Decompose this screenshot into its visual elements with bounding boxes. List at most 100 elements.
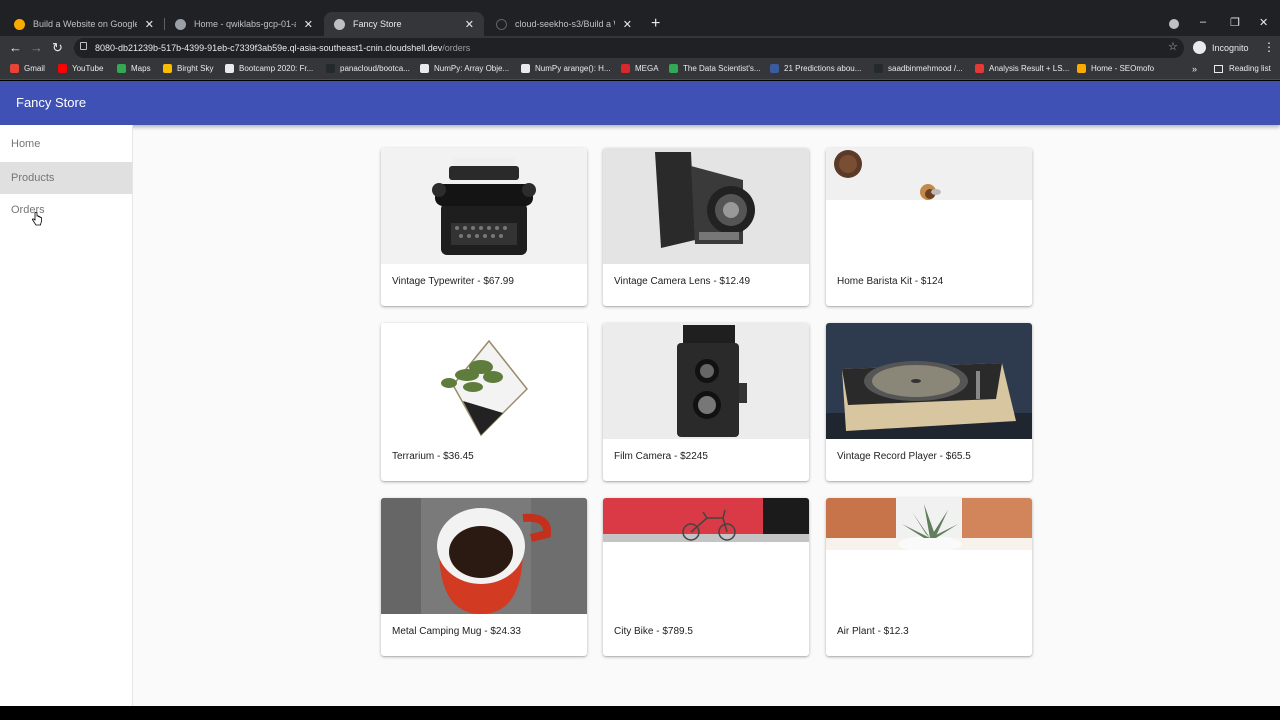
bookmark-6[interactable]: panacloud/bootca... — [326, 64, 410, 73]
bookmark-favicon-icon — [225, 64, 234, 73]
bookmark-label: Analysis Result + LS... — [989, 64, 1070, 73]
bookmark-favicon-icon — [521, 64, 530, 73]
product-card[interactable]: Metal Camping Mug - $24.33 — [381, 498, 587, 656]
bookmark-12[interactable]: saadbinmehmood /... — [874, 64, 963, 73]
close-window-icon[interactable]: ✕ — [1259, 16, 1268, 29]
reading-list-icon — [1214, 64, 1223, 73]
bookmark-label: Bootcamp 2020: Fr... — [239, 64, 314, 73]
back-arrow-icon[interactable]: ← — [9, 40, 22, 55]
tab-4-title: cloud-seekho-s3/Build a Website — [515, 19, 615, 29]
nav-item-home[interactable]: Home — [0, 128, 132, 160]
bookmark-label: Gmail — [24, 64, 45, 73]
app-toolbar: Fancy Store — [0, 81, 1280, 125]
product-image-typewriter — [381, 148, 587, 264]
sidenav: Home Products Orders — [0, 125, 133, 706]
bookmark-favicon-icon — [10, 64, 19, 73]
bookmark-star-icon[interactable]: ☆ — [1168, 40, 1178, 53]
reading-list-button[interactable]: Reading list — [1214, 64, 1271, 73]
tab-2-close-icon[interactable]: ✕ — [304, 18, 313, 31]
tab-search-icon[interactable] — [1169, 19, 1179, 29]
product-caption: City Bike - $789.5 — [614, 626, 693, 637]
hand-cursor-icon — [32, 212, 42, 226]
bookmark-4[interactable]: Birght Sky — [163, 64, 213, 73]
product-caption: Home Barista Kit - $124 — [837, 276, 944, 287]
product-card[interactable]: Air Plant - $12.3 — [826, 498, 1032, 656]
bookmark-favicon-icon — [1077, 64, 1086, 73]
bookmark-label: panacloud/bootca... — [340, 64, 410, 73]
bookmark-favicon-icon — [874, 64, 883, 73]
tab-1-title: Build a Website on Google Cloud — [33, 19, 137, 29]
product-card[interactable]: Home Barista Kit - $124 — [826, 148, 1032, 306]
nav-item-orders[interactable]: Orders — [0, 194, 132, 226]
browser-tab-2[interactable]: Home - qwiklabs-gcp-01-a13... ✕ — [165, 12, 323, 36]
product-image-barista — [826, 148, 1032, 200]
product-image-record-player — [826, 323, 1032, 439]
bookmark-14[interactable]: Home - SEOmofo — [1077, 64, 1154, 73]
bookmark-1[interactable]: Gmail — [10, 64, 45, 73]
bookmark-2[interactable]: YouTube — [58, 64, 103, 73]
bookmark-favicon-icon — [420, 64, 429, 73]
bookmark-9[interactable]: MEGA — [621, 64, 659, 73]
product-caption: Terrarium - $36.45 — [392, 451, 474, 462]
browser-tab-3-active[interactable]: Fancy Store ✕ — [324, 12, 484, 36]
bookmark-favicon-icon — [975, 64, 984, 73]
bookmark-13[interactable]: Analysis Result + LS... — [975, 64, 1069, 73]
bookmark-label: NumPy: Array Obje... — [434, 64, 510, 73]
product-card[interactable]: Terrarium - $36.45 — [381, 323, 587, 481]
bookmark-favicon-icon — [117, 64, 126, 73]
bookmark-label: Maps — [131, 64, 151, 73]
product-card[interactable]: City Bike - $789.5 — [603, 498, 809, 656]
bookmark-label: saadbinmehmood /... — [888, 64, 963, 73]
url-host: 8080-db21239b-517b-4399-91eb-c7339f3ab59… — [95, 43, 443, 53]
bookmark-favicon-icon — [621, 64, 630, 73]
product-card[interactable]: Vintage Record Player - $65.5 — [826, 323, 1032, 481]
product-card[interactable]: Vintage Camera Lens - $12.49 — [603, 148, 809, 306]
bookmark-5[interactable]: Bootcamp 2020: Fr... — [225, 64, 313, 73]
tab-4-favicon-icon — [496, 18, 507, 30]
incognito-label[interactable]: Incognito — [1212, 43, 1249, 53]
browser-menu-icon[interactable]: ⋮ — [1263, 40, 1275, 54]
product-caption: Vintage Record Player - $65.5 — [837, 451, 971, 462]
tab-4-close-icon[interactable]: ✕ — [623, 18, 632, 31]
bookmark-label: YouTube — [72, 64, 104, 73]
product-caption: Metal Camping Mug - $24.33 — [392, 626, 521, 637]
forward-arrow-icon[interactable]: → — [30, 40, 43, 55]
bookmarks-overflow-icon[interactable]: » — [1192, 64, 1197, 74]
bookmark-7[interactable]: NumPy: Array Obje... — [420, 64, 509, 73]
tab-3-close-icon[interactable]: ✕ — [465, 18, 474, 31]
bookmark-8[interactable]: NumPy arange(): H... — [521, 64, 611, 73]
product-card[interactable]: Film Camera - $2245 — [603, 323, 809, 481]
browser-tab-1[interactable]: Build a Website on Google Cloud ✕ — [4, 12, 164, 36]
bookmark-11[interactable]: 21 Predictions abou... — [770, 64, 861, 73]
app-title[interactable]: Fancy Store — [16, 95, 86, 110]
reading-list-label: Reading list — [1229, 64, 1271, 73]
bookmark-label: NumPy arange(): H... — [535, 64, 611, 73]
product-caption: Vintage Typewriter - $67.99 — [392, 276, 514, 287]
bookmark-3[interactable]: Maps — [117, 64, 151, 73]
lock-icon[interactable] — [80, 42, 87, 50]
bookmark-label: Home - SEOmofo — [1091, 64, 1155, 73]
nav-item-products[interactable]: Products — [0, 162, 132, 194]
bookmark-label: 21 Predictions abou... — [784, 64, 862, 73]
url-text[interactable]: 8080-db21239b-517b-4399-91eb-c7339f3ab59… — [95, 43, 470, 53]
url-path: /orders — [442, 43, 471, 53]
product-card[interactable]: Vintage Typewriter - $67.99 — [381, 148, 587, 306]
bookmark-10[interactable]: The Data Scientist's... — [669, 64, 761, 73]
bookmark-label: The Data Scientist's... — [683, 64, 761, 73]
product-image-terrarium — [381, 323, 587, 439]
tab-3-title: Fancy Store — [353, 19, 402, 29]
minimize-icon[interactable]: – — [1200, 16, 1206, 28]
product-image-bike — [603, 498, 809, 542]
restore-icon[interactable]: ❐ — [1230, 16, 1240, 29]
reload-icon[interactable]: ↻ — [52, 40, 63, 56]
product-caption: Vintage Camera Lens - $12.49 — [614, 276, 751, 287]
incognito-icon[interactable] — [1193, 41, 1206, 54]
bookmark-label: Birght Sky — [177, 64, 214, 73]
tab-2-favicon-icon — [175, 18, 186, 30]
browser-tab-4[interactable]: cloud-seekho-s3/Build a Website ✕ — [486, 12, 642, 36]
new-tab-icon[interactable]: + — [651, 15, 660, 33]
product-image-camera-lens — [603, 148, 809, 264]
tab-2-title: Home - qwiklabs-gcp-01-a13... — [194, 19, 296, 29]
bookmark-label: MEGA — [635, 64, 659, 73]
tab-1-close-icon[interactable]: ✕ — [145, 18, 154, 31]
